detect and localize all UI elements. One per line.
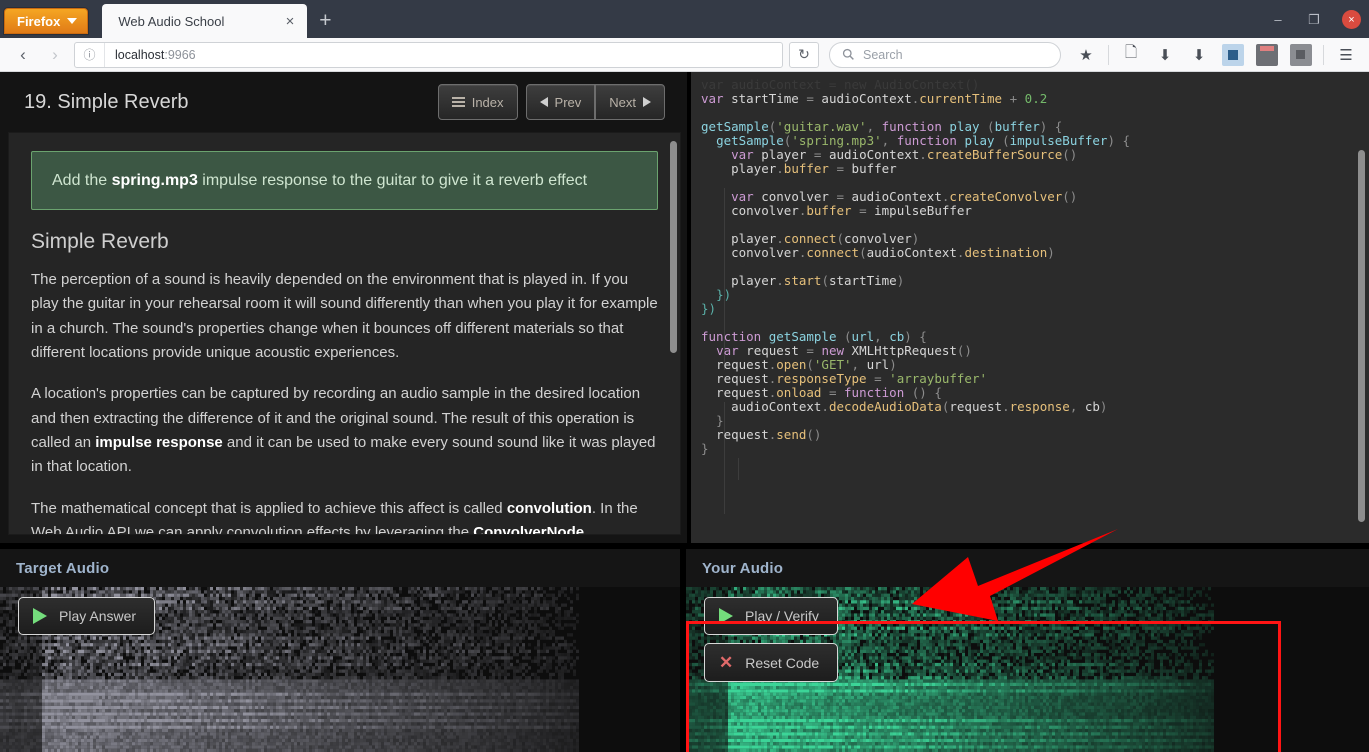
star-icon[interactable]: ★ bbox=[1071, 41, 1101, 69]
task-suffix: impulse response to the guitar to give i… bbox=[197, 172, 588, 189]
page-title: 19. Simple Reverb bbox=[24, 90, 189, 113]
lesson-pane: 19. Simple Reverb Index Prev Next Add th… bbox=[0, 72, 689, 543]
forward-icon: › bbox=[52, 44, 58, 64]
task-prefix: Add the bbox=[52, 172, 112, 189]
url-port: :9966 bbox=[164, 47, 196, 62]
play-answer-label: Play Answer bbox=[59, 608, 137, 624]
url-host: localhost bbox=[115, 47, 165, 62]
annotation-arrow-icon bbox=[912, 529, 1118, 621]
lesson-nav-buttons: Index Prev Next bbox=[437, 84, 665, 120]
lesson-content: Add the spring.mp3 impulse response to t… bbox=[8, 132, 681, 535]
toolbar-icons: ★ 🗋 ⬇ ⬇ ☰ bbox=[1071, 41, 1361, 69]
next-button-label: Next bbox=[609, 94, 636, 110]
reload-icon[interactable]: ↻ bbox=[789, 41, 819, 68]
menu-icon[interactable]: ☰ bbox=[1331, 41, 1361, 69]
new-tab-button[interactable]: + bbox=[307, 4, 343, 38]
target-audio-buttons: Play Answer bbox=[18, 597, 156, 635]
play-triangle-icon bbox=[33, 608, 47, 624]
editor-scrollbar-thumb bbox=[1358, 150, 1365, 522]
reader-icon[interactable]: 🗋 bbox=[1116, 41, 1146, 69]
search-placeholder: Search bbox=[863, 47, 903, 62]
identity-info-icon[interactable]: ⓘ bbox=[75, 42, 105, 67]
pocket-icon[interactable]: ⬇ bbox=[1150, 41, 1180, 69]
chevron-right-icon bbox=[643, 97, 651, 107]
lesson-scrollbar-thumb[interactable] bbox=[670, 141, 677, 353]
chevron-down-icon bbox=[67, 18, 78, 24]
search-input[interactable]: Search bbox=[829, 41, 1061, 68]
reset-code-label: Reset Code bbox=[745, 654, 820, 671]
play-verify-label: Play / Verify bbox=[745, 608, 819, 624]
task-file: spring.mp3 bbox=[111, 172, 198, 189]
window-close-button[interactable]: × bbox=[1342, 10, 1361, 29]
toolbar-divider bbox=[1108, 44, 1109, 65]
x-icon: ✕ bbox=[719, 653, 734, 672]
lesson-paragraph: A location's properties can be captured … bbox=[31, 385, 656, 476]
lesson-paragraph: The mathematical concept that is applied… bbox=[31, 499, 638, 535]
toolbar-divider-2 bbox=[1323, 44, 1324, 65]
next-button[interactable]: Next bbox=[595, 84, 665, 120]
window-restore-button[interactable]: ❐ bbox=[1306, 12, 1322, 28]
lesson-paragraph: The perception of a sound is heavily dep… bbox=[31, 271, 658, 362]
extension-red-icon[interactable] bbox=[1252, 41, 1282, 69]
browser-navbar: ‹ › ⓘ localhost:9966 ↻ Search ★ 🗋 ⬇ ⬇ ☰ bbox=[0, 38, 1369, 72]
tab-title: Web Audio School bbox=[118, 13, 225, 29]
play-triangle-icon bbox=[719, 608, 733, 624]
code-text[interactable]: var audioContext = new AudioContext() va… bbox=[691, 72, 1130, 456]
prev-button-label: Prev bbox=[554, 94, 582, 110]
window-minimize-button[interactable]: – bbox=[1270, 12, 1286, 28]
your-audio-buttons: Play / Verify ✕ Reset Code bbox=[704, 597, 839, 682]
browser-titlebar: Firefox Web Audio School × + – ❐ × bbox=[0, 0, 1369, 38]
index-button[interactable]: Index bbox=[437, 84, 518, 120]
lesson-header: 19. Simple Reverb Index Prev Next bbox=[0, 72, 687, 132]
reset-code-button[interactable]: ✕ Reset Code bbox=[704, 643, 839, 682]
play-answer-button[interactable]: Play Answer bbox=[18, 597, 156, 635]
task-callout: Add the spring.mp3 impulse response to t… bbox=[31, 151, 658, 211]
extension-blue-icon[interactable] bbox=[1218, 41, 1248, 69]
code-editor-pane[interactable]: var audioContext = new AudioContext() va… bbox=[691, 72, 1369, 543]
url-bar[interactable]: ⓘ localhost:9966 bbox=[74, 41, 783, 68]
browser-tab-web-audio-school[interactable]: Web Audio School × bbox=[102, 4, 308, 38]
index-button-label: Index bbox=[471, 94, 504, 110]
firefox-app-menu-label: Firefox bbox=[17, 13, 61, 29]
prev-button[interactable]: Prev bbox=[525, 84, 596, 120]
web-audio-school-page: 19. Simple Reverb Index Prev Next Add th… bbox=[0, 72, 1369, 752]
extension-gray-icon[interactable] bbox=[1286, 41, 1316, 69]
back-icon[interactable]: ‹ bbox=[8, 41, 38, 69]
search-icon bbox=[842, 48, 854, 60]
target-audio-title: Target Audio bbox=[16, 559, 110, 577]
top-split: 19. Simple Reverb Index Prev Next Add th… bbox=[0, 72, 1369, 543]
hamburger-icon bbox=[451, 94, 465, 109]
chevron-left-icon bbox=[539, 97, 548, 107]
target-audio-panel: Target Audio Play Answer bbox=[0, 549, 680, 752]
audio-panels: Target Audio Play Answer Your Audio Play… bbox=[0, 543, 1369, 752]
firefox-app-menu-button[interactable]: Firefox bbox=[4, 8, 89, 34]
indent-guide bbox=[738, 458, 739, 480]
window-controls: – ❐ × bbox=[1270, 10, 1361, 29]
play-verify-button[interactable]: Play / Verify bbox=[704, 597, 839, 635]
section-heading: Simple Reverb bbox=[31, 230, 169, 254]
downloads-icon[interactable]: ⬇ bbox=[1184, 41, 1214, 69]
tab-close-icon[interactable]: × bbox=[283, 14, 298, 29]
url-text: localhost:9966 bbox=[105, 48, 196, 62]
